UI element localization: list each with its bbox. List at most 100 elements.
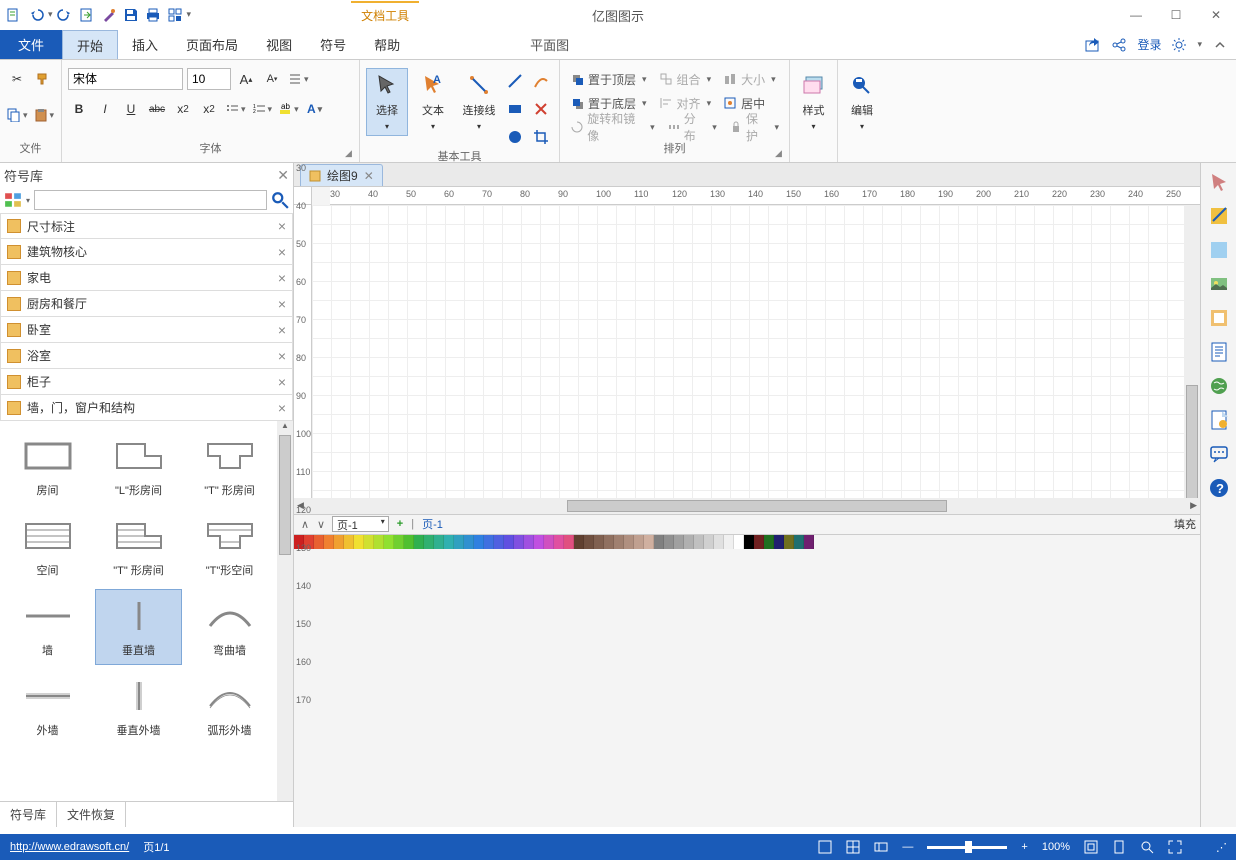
copy-icon[interactable] <box>6 104 29 126</box>
font-family-select[interactable]: 宋体 <box>68 68 183 90</box>
library-icon[interactable] <box>4 191 22 209</box>
category-close-icon[interactable]: × <box>278 244 286 260</box>
color-swatch[interactable] <box>354 535 364 549</box>
symbol-item[interactable]: 垂直墙 <box>95 589 182 665</box>
color-swatch[interactable] <box>504 535 514 549</box>
comment-pane[interactable] <box>1206 441 1232 467</box>
cut-icon[interactable]: ✂ <box>6 68 28 90</box>
symbol-item[interactable]: 弯曲墙 <box>186 589 273 665</box>
symbol-search-select[interactable] <box>34 190 267 210</box>
color-swatch[interactable] <box>594 535 604 549</box>
color-swatch[interactable] <box>754 535 764 549</box>
zoom-slider[interactable] <box>927 846 1007 849</box>
category-close-icon[interactable]: × <box>278 400 286 416</box>
tab-page-layout[interactable]: 页面布局 <box>172 30 252 59</box>
symbol-item[interactable]: "L"形房间 <box>95 429 182 505</box>
color-swatch[interactable] <box>794 535 804 549</box>
color-swatch[interactable] <box>314 535 324 549</box>
zoom-out-icon[interactable]: — <box>902 841 913 853</box>
tab-insert[interactable]: 插入 <box>118 30 172 59</box>
lib-dd[interactable]: ▾ <box>26 196 30 205</box>
category-close-icon[interactable]: × <box>278 322 286 338</box>
color-swatch[interactable] <box>424 535 434 549</box>
color-swatch[interactable] <box>744 535 754 549</box>
document-tab[interactable]: 绘图9 ✕ <box>300 164 383 186</box>
color-swatch[interactable] <box>574 535 584 549</box>
bring-front[interactable]: 置于顶层 <box>566 68 651 90</box>
close-button[interactable]: ✕ <box>1196 0 1236 30</box>
curve-tool-icon[interactable] <box>530 70 552 92</box>
tab-symbol-lib[interactable]: 符号库 <box>0 802 57 827</box>
color-swatch[interactable] <box>434 535 444 549</box>
color-swatch[interactable] <box>564 535 574 549</box>
color-swatch[interactable] <box>324 535 334 549</box>
undo-icon[interactable] <box>26 5 46 25</box>
layer-pane[interactable] <box>1206 237 1232 263</box>
color-swatch[interactable] <box>684 535 694 549</box>
strike-icon[interactable]: abc <box>146 98 168 120</box>
delete-tool-icon[interactable] <box>530 98 552 120</box>
color-swatch[interactable] <box>714 535 724 549</box>
symbol-item[interactable]: 外墙 <box>4 669 91 745</box>
arrange-dialog-icon[interactable]: ◢ <box>775 148 787 160</box>
page-selector[interactable]: 页-1▾ <box>332 516 389 532</box>
save-icon[interactable] <box>121 5 141 25</box>
numbering-icon[interactable]: 12 <box>251 98 274 120</box>
color-swatch[interactable] <box>784 535 794 549</box>
crop-tool-icon[interactable] <box>530 126 552 148</box>
share-icon[interactable] <box>1085 37 1101 53</box>
symbol-category[interactable]: 家电× <box>0 265 293 291</box>
color-swatch[interactable] <box>404 535 414 549</box>
select-tool[interactable]: 选择 ▾ <box>366 68 408 136</box>
redo-icon[interactable] <box>55 5 75 25</box>
login-link[interactable]: 登录 <box>1137 36 1161 53</box>
category-close-icon[interactable]: × <box>278 296 286 312</box>
color-pane[interactable] <box>1206 203 1232 229</box>
annot-pane[interactable] <box>1206 407 1232 433</box>
doc-pane[interactable] <box>1206 339 1232 365</box>
web-pane[interactable] <box>1206 373 1232 399</box>
color-swatch[interactable] <box>734 535 744 549</box>
highlight-icon[interactable]: ab <box>277 98 300 120</box>
fit-width-icon[interactable] <box>1112 840 1126 854</box>
symbol-item[interactable]: 垂直外墙 <box>95 669 182 745</box>
templates-icon[interactable] <box>165 5 185 25</box>
status-url[interactable]: http://www.edrawsoft.cn/ <box>10 841 129 853</box>
document-tab-close-icon[interactable]: ✕ <box>364 169 374 183</box>
image-pane[interactable] <box>1206 271 1232 297</box>
page-up-icon[interactable]: ∧ <box>298 518 312 531</box>
fit-page-icon[interactable] <box>1084 840 1098 854</box>
symbol-item[interactable]: 空间 <box>4 509 91 585</box>
underline-icon[interactable]: U <box>120 98 142 120</box>
canvas-hscroll[interactable]: ◀ ▶ <box>294 498 1200 514</box>
line-tool-icon[interactable] <box>504 70 526 92</box>
paste-icon[interactable] <box>33 104 56 126</box>
symbol-item[interactable]: "T" 形房间 <box>186 429 273 505</box>
category-close-icon[interactable]: × <box>278 270 286 286</box>
edit-button[interactable]: 编辑 ▾ <box>844 68 880 136</box>
font-shrink-icon[interactable]: A▾ <box>261 68 283 90</box>
tab-file-recovery[interactable]: 文件恢复 <box>57 802 126 827</box>
color-swatch[interactable] <box>634 535 644 549</box>
color-swatch[interactable] <box>724 535 734 549</box>
bold-icon[interactable]: B <box>68 98 90 120</box>
symbol-category[interactable]: 墙，门，窗户和结构× <box>0 395 293 421</box>
bullets-icon[interactable] <box>224 98 247 120</box>
group[interactable]: 组合 <box>655 68 716 90</box>
view-mode-3-icon[interactable] <box>874 840 888 854</box>
help-pane[interactable]: ? <box>1206 475 1232 501</box>
category-close-icon[interactable]: × <box>278 218 286 234</box>
color-swatch[interactable] <box>474 535 484 549</box>
undo-dd[interactable]: ▾ <box>48 9 53 20</box>
superscript-icon[interactable]: x2 <box>198 98 220 120</box>
color-swatch[interactable] <box>774 535 784 549</box>
font-grow-icon[interactable]: A▴ <box>235 68 257 90</box>
color-swatch[interactable] <box>644 535 654 549</box>
line-spacing-icon[interactable] <box>287 68 310 90</box>
color-swatch[interactable] <box>394 535 404 549</box>
color-swatch[interactable] <box>804 535 814 549</box>
italic-icon[interactable]: I <box>94 98 116 120</box>
file-menu[interactable]: 文件 <box>0 30 62 59</box>
color-swatch[interactable] <box>554 535 564 549</box>
symbol-item[interactable]: 墙 <box>4 589 91 665</box>
